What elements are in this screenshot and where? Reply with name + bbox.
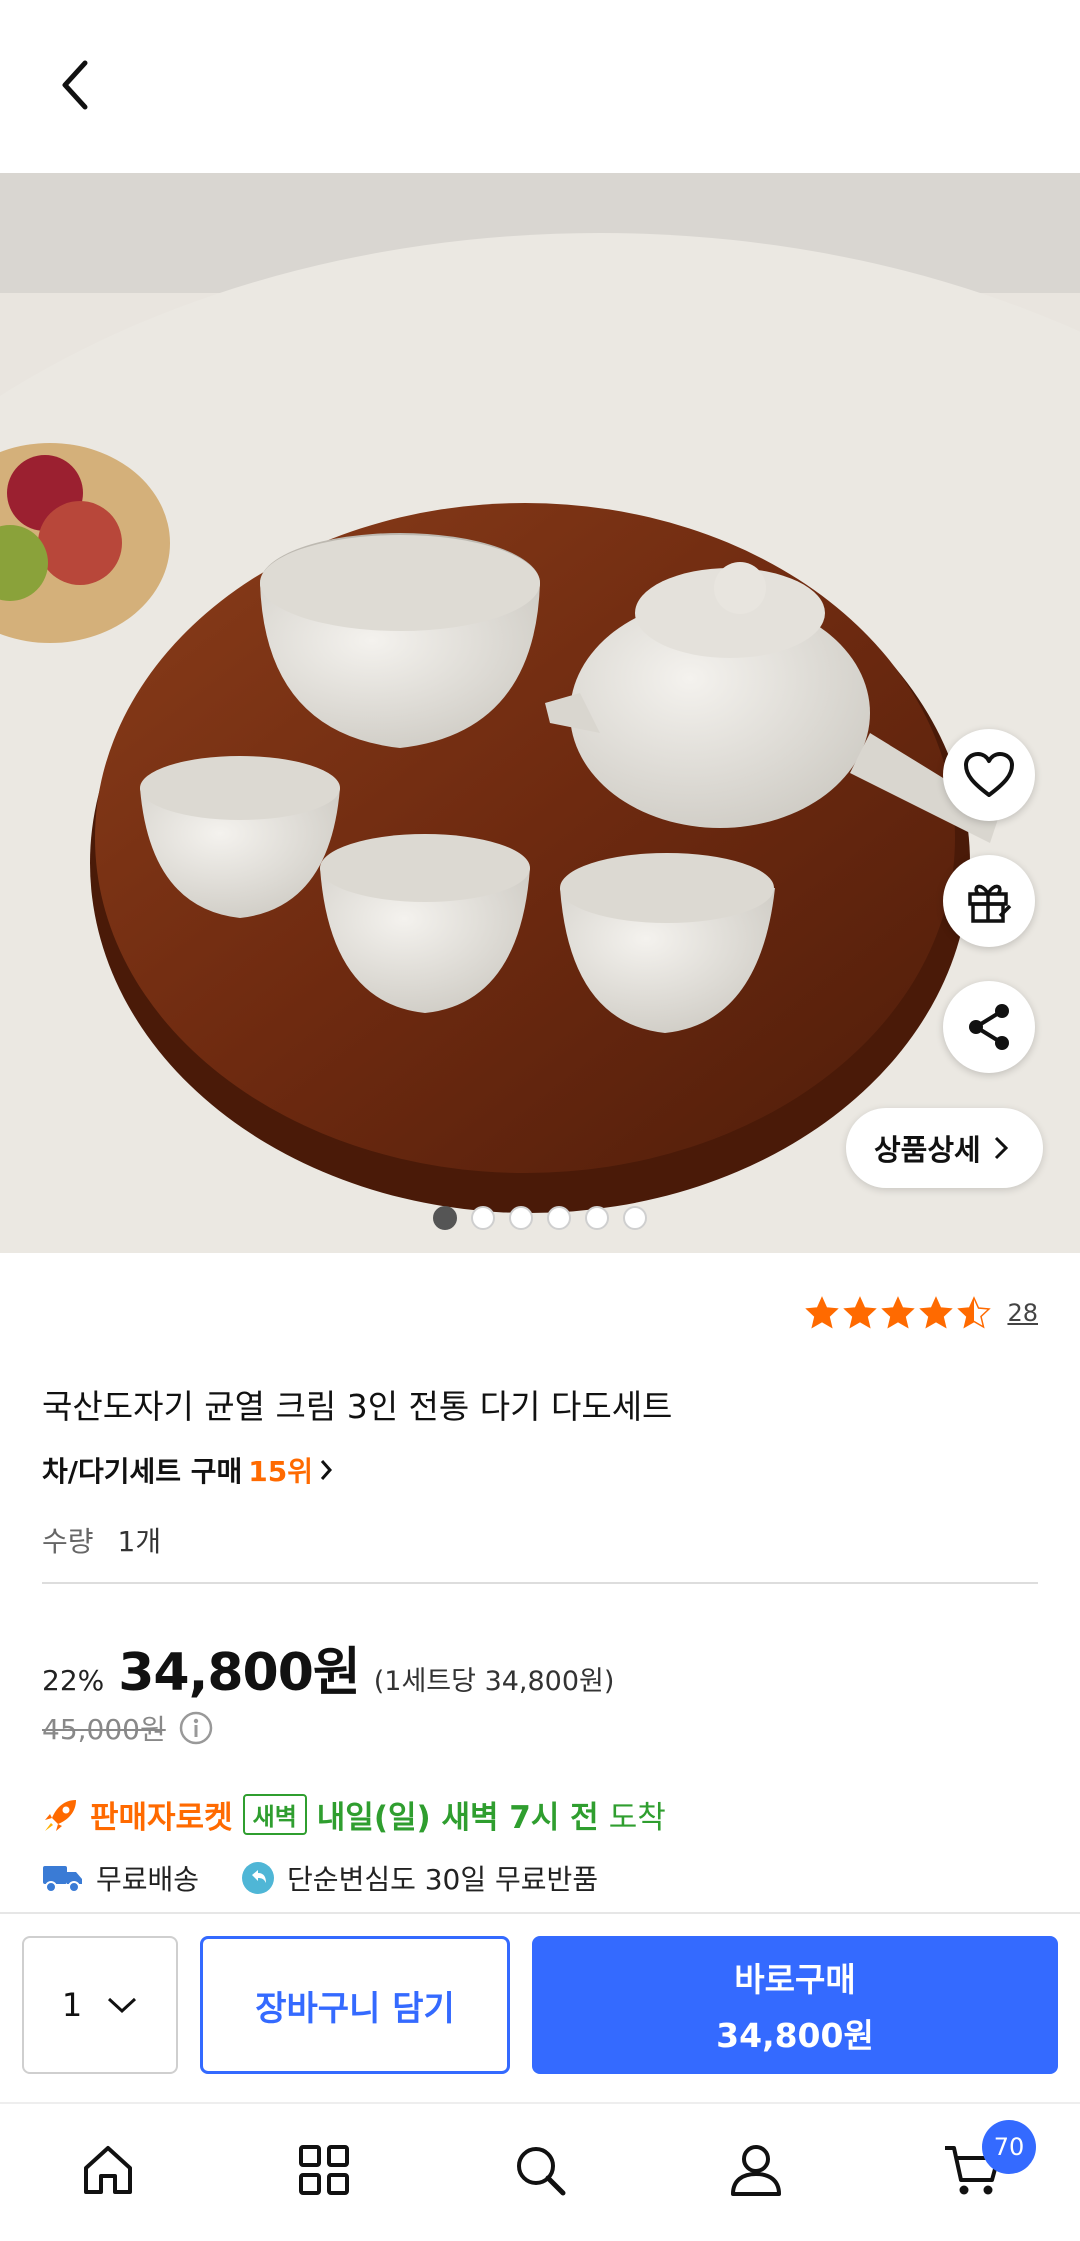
carousel-dot[interactable]	[585, 1206, 609, 1230]
user-icon	[731, 2145, 781, 2196]
carousel-dot[interactable]	[471, 1206, 495, 1230]
quantity-info: 수량 1개	[42, 1520, 161, 1560]
add-to-cart-button[interactable]: 장바구니 담기	[200, 1936, 510, 2074]
chevron-right-icon	[994, 1136, 1008, 1160]
chevron-right-icon	[320, 1460, 333, 1480]
product-photo	[0, 173, 1080, 1253]
divider	[42, 1582, 1038, 1584]
quantity-value: 1개	[117, 1525, 162, 1558]
price-row: 22% 34,800원 (1세트당 34,800원)	[42, 1630, 614, 1705]
original-price-row: 45,000원	[42, 1708, 214, 1748]
tab-search[interactable]	[508, 2138, 572, 2202]
star-icon	[843, 1296, 878, 1329]
free-shipping-text: 무료배송	[96, 1863, 200, 1896]
original-price: 45,000원	[42, 1713, 166, 1746]
carousel-dot[interactable]	[509, 1206, 533, 1230]
seller-rocket-label: 판매자로켓	[90, 1800, 233, 1836]
info-icon[interactable]	[178, 1710, 214, 1746]
tab-categories[interactable]	[292, 2138, 356, 2202]
product-image-carousel[interactable]	[0, 173, 1080, 1253]
grid-icon	[299, 2145, 349, 2195]
return-icon	[242, 1862, 275, 1894]
star-icon	[957, 1296, 992, 1329]
sale-price: 34,800원	[118, 1643, 361, 1703]
quantity-label: 수량	[42, 1525, 94, 1558]
delivery-info: 판매자로켓 새벽 내일(일) 새벽 7시 전 도착	[42, 1792, 666, 1837]
discount-rate: 22%	[42, 1664, 105, 1697]
gift-icon	[968, 884, 1012, 923]
carousel-dot[interactable]	[547, 1206, 571, 1230]
gift-button[interactable]	[943, 855, 1035, 947]
product-detail-label: 상품상세	[874, 1133, 981, 1167]
arrival-suffix: 도착	[608, 1800, 666, 1836]
chevron-left-icon	[62, 60, 88, 110]
category-rank-link[interactable]: 차/다기세트 구매 15위	[42, 1450, 333, 1490]
arrival-time: 내일(일) 새벽 7시 전	[316, 1800, 599, 1836]
wishlist-button[interactable]	[943, 729, 1035, 821]
star-rating	[805, 1296, 992, 1330]
top-bar	[0, 0, 1080, 173]
rating[interactable]: 28	[805, 1296, 1038, 1330]
carousel-dot[interactable]	[433, 1206, 457, 1230]
unit-price: (1세트당 34,800원)	[373, 1666, 615, 1697]
share-button[interactable]	[943, 981, 1035, 1073]
product-detail-button[interactable]: 상품상세	[846, 1108, 1043, 1188]
buy-now-button[interactable]: 바로구매 34,800원	[532, 1936, 1058, 2074]
category-rank-number: 15위	[248, 1455, 314, 1488]
tab-my-account[interactable]	[724, 2138, 788, 2202]
heart-icon	[964, 752, 1014, 797]
star-icon	[881, 1296, 916, 1329]
carousel-dot[interactable]	[623, 1206, 647, 1230]
quantity-select[interactable]: 1	[22, 1936, 178, 2074]
product-title: 국산도자기 균열 크림 3인 전통 다기 다도세트	[42, 1387, 673, 1426]
star-icon	[919, 1296, 954, 1329]
shipping-benefits: 무료배송 단순변심도 30일 무료반품	[42, 1858, 598, 1898]
search-icon	[517, 2147, 566, 2196]
cart-count-badge: 70	[982, 2120, 1036, 2174]
home-icon	[84, 2146, 132, 2194]
tab-home[interactable]	[76, 2138, 140, 2202]
add-to-cart-label: 장바구니 담기	[255, 1988, 455, 2029]
purchase-bar: 1 장바구니 담기 바로구매 34,800원	[0, 1912, 1080, 2102]
buy-now-label: 바로구매	[734, 1960, 856, 1999]
dawn-delivery-badge: 새벽	[242, 1794, 307, 1835]
quantity-select-value: 1	[61, 1986, 83, 2024]
carousel-indicator	[0, 1206, 1080, 1230]
category-rank-label: 차/다기세트 구매	[42, 1455, 243, 1488]
free-return-text: 단순변심도 30일 무료반품	[287, 1863, 599, 1896]
buy-now-price: 34,800원	[716, 2016, 874, 2055]
share-icon	[969, 1004, 1009, 1050]
star-icon	[805, 1296, 840, 1329]
truck-icon	[43, 1866, 82, 1893]
rocket-icon	[45, 1799, 76, 1831]
bottom-tab-bar	[0, 2102, 1080, 2241]
review-count[interactable]: 28	[1007, 1299, 1038, 1327]
back-button[interactable]	[40, 50, 110, 120]
chevron-down-icon	[108, 1997, 137, 2014]
